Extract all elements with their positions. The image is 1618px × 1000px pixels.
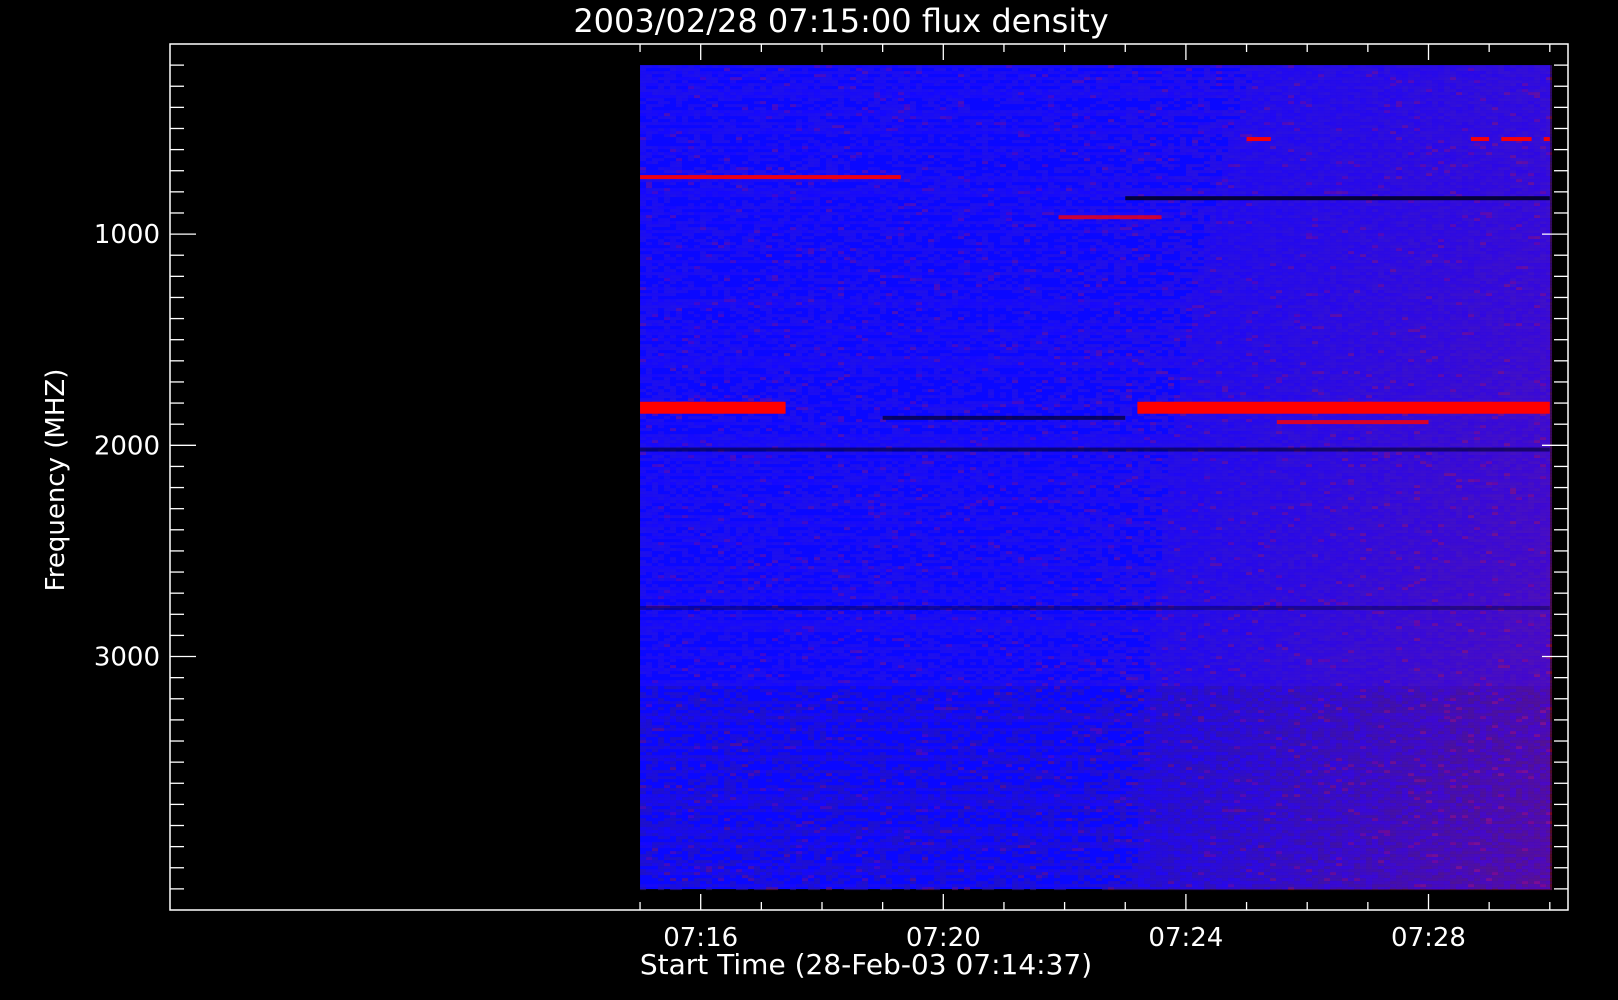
heatmap-band: [640, 402, 786, 414]
heatmap-band: [640, 606, 1550, 610]
heatmap-band: [883, 416, 1126, 420]
spectrogram-chart: 2003/02/28 07:15:00 flux density 07:16 07…: [0, 0, 1618, 1000]
heatmap-band: [1137, 402, 1549, 414]
y-tick-label: 3000: [94, 643, 160, 673]
x-axis-title: Start Time (28-Feb-03 07:14:37): [640, 948, 1092, 981]
heatmap-band: [1277, 420, 1429, 424]
y-axis-title: Frequency (MHZ): [41, 369, 71, 592]
heatmap-band: [640, 175, 901, 179]
heatmap-band: [1125, 196, 1550, 200]
heatmap-band: [1544, 137, 1550, 141]
x-tick-label: 07:24: [1148, 923, 1223, 953]
heatmap-band: [1501, 137, 1531, 141]
x-tick-label: 07:28: [1391, 923, 1466, 953]
heatmap-band: [1471, 137, 1489, 141]
y-tick-label: 1000: [94, 220, 160, 250]
chart-title: 2003/02/28 07:15:00 flux density: [573, 2, 1108, 40]
y-tick-label: 2000: [94, 431, 160, 461]
heatmap-band: [1059, 215, 1162, 219]
heatmap-area: [640, 65, 1552, 890]
heatmap-band: [640, 448, 1550, 452]
heatmap-band: [1247, 137, 1271, 141]
